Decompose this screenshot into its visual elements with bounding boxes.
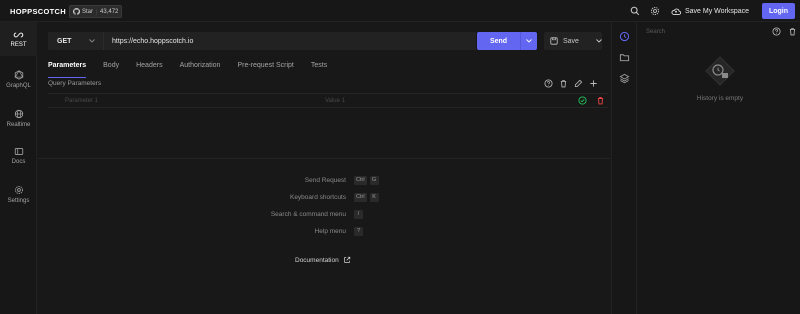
- rest-icon: [13, 32, 24, 37]
- search-button[interactable]: [629, 5, 641, 17]
- shortcut-label: Keyboard shortcuts: [289, 193, 346, 201]
- request-panel: GET https://echo.hoppscotch.io Send Save…: [38, 22, 610, 314]
- sidebar-item-label: Docs: [11, 159, 26, 165]
- save-label: Save: [563, 37, 579, 45]
- documentation-link[interactable]: Documentation: [295, 256, 351, 264]
- history-icon[interactable]: [619, 31, 630, 42]
- book-icon: [14, 148, 23, 155]
- tab-headers[interactable]: Headers: [136, 62, 162, 74]
- tab-parameters[interactable]: Parameters: [48, 62, 87, 78]
- app-logo[interactable]: HOPPSCOTCH: [10, 7, 66, 16]
- shortcut-label: Search & command menu: [270, 210, 346, 218]
- search-icon: [630, 6, 640, 16]
- sidebar-item-label: Settings: [7, 197, 30, 204]
- send-options-button[interactable]: [521, 32, 537, 50]
- shortcut-row: Keyboard shortcuts Ctrl K: [38, 192, 610, 202]
- plus-icon[interactable]: [589, 79, 598, 88]
- save-icon: [550, 37, 558, 45]
- query-parameters-heading: Query Parameters: [48, 80, 102, 87]
- divider: [38, 158, 610, 159]
- edit-icon[interactable]: [574, 79, 583, 88]
- star-count: 43,472: [100, 8, 119, 15]
- gear-icon: [14, 185, 23, 194]
- parameter-key-input[interactable]: Parameter 1: [65, 98, 98, 104]
- sidebar-item-realtime[interactable]: Realtime: [0, 101, 37, 135]
- shortcut-key: G: [369, 175, 379, 185]
- shortcut-row: Send Request Ctrl G: [38, 175, 610, 185]
- shortcut-key: Ctrl: [354, 192, 367, 202]
- tab-tests[interactable]: Tests: [311, 62, 327, 74]
- save-workspace-label: Save My Workspace: [685, 7, 750, 15]
- chevron-down-icon: [596, 39, 602, 43]
- layers-icon[interactable]: [619, 73, 630, 84]
- sidebar: REST GraphQL Realtime Docs Settings: [0, 22, 37, 314]
- shortcut-row: Help menu ?: [38, 226, 610, 236]
- trash-icon[interactable]: [788, 27, 797, 36]
- sidebar-item-docs[interactable]: Docs: [0, 139, 37, 173]
- url-input[interactable]: https://echo.hoppscotch.io: [103, 32, 476, 50]
- shortcut-key: K: [369, 192, 379, 202]
- shortcut-key: Ctrl: [354, 175, 367, 185]
- trash-icon[interactable]: [596, 96, 605, 105]
- request-tabs: Parameters Body Headers Authorization Pr…: [48, 62, 327, 78]
- tab-body[interactable]: Body: [103, 62, 119, 74]
- send-button[interactable]: Send: [477, 32, 521, 50]
- github-icon: [73, 8, 80, 15]
- chevron-down-icon: [526, 39, 532, 43]
- query-toolbar: [544, 79, 598, 88]
- method-select[interactable]: GET: [48, 32, 103, 50]
- save-workspace-button[interactable]: Save My Workspace: [671, 4, 749, 18]
- method-value: GET: [57, 37, 72, 45]
- top-bar: HOPPSCOTCH Star 43,472 Save My Workspace…: [0, 0, 800, 22]
- star-label: Star: [82, 8, 94, 15]
- graphql-icon: [14, 69, 23, 80]
- sidebar-item-settings[interactable]: Settings: [0, 177, 37, 211]
- gear-icon: [650, 6, 660, 16]
- github-star-button[interactable]: Star 43,472: [69, 5, 123, 18]
- shortcut-key: ?: [354, 226, 363, 236]
- parameter-value-input[interactable]: Value 1: [325, 98, 345, 104]
- history-search-input[interactable]: Search: [638, 26, 774, 38]
- shortcut-label: Help menu: [314, 227, 346, 235]
- folder-icon[interactable]: [619, 52, 630, 63]
- shortcut-row: Search & command menu /: [38, 209, 610, 219]
- sidebar-item-label: REST: [10, 41, 27, 48]
- history-panel: Search History is empty: [611, 22, 800, 314]
- panel-tabs: [612, 22, 637, 314]
- chevron-down-icon: [89, 39, 95, 43]
- login-button[interactable]: Login: [762, 3, 795, 19]
- documentation-label: Documentation: [295, 256, 339, 264]
- parameter-row: Parameter 1 Value 1: [48, 93, 608, 108]
- help-icon[interactable]: [772, 27, 781, 36]
- empty-history-illustration: [705, 56, 735, 86]
- check-circle-icon[interactable]: [578, 96, 587, 105]
- sidebar-item-rest[interactable]: REST: [0, 22, 37, 56]
- history-empty-text: History is empty: [696, 95, 744, 102]
- send-button-group: Send: [477, 32, 537, 50]
- help-icon[interactable]: [544, 79, 553, 88]
- sidebar-item-graphql[interactable]: GraphQL: [0, 62, 37, 96]
- trash-icon[interactable]: [559, 79, 568, 88]
- shortcut-key: /: [354, 209, 363, 219]
- save-button[interactable]: Save: [544, 32, 602, 50]
- tab-authorization[interactable]: Authorization: [180, 62, 221, 74]
- sidebar-item-label: Realtime: [6, 121, 31, 128]
- shortcut-label: Send Request: [304, 176, 346, 184]
- tab-pre-request-script[interactable]: Pre-request Script: [237, 62, 293, 74]
- history-empty-state: History is empty: [672, 54, 768, 102]
- globe-icon: [14, 109, 23, 118]
- settings-button[interactable]: [649, 5, 661, 17]
- sidebar-item-label: GraphQL: [6, 82, 31, 89]
- cloud-upload-icon: [671, 8, 681, 15]
- external-link-icon: [343, 256, 350, 263]
